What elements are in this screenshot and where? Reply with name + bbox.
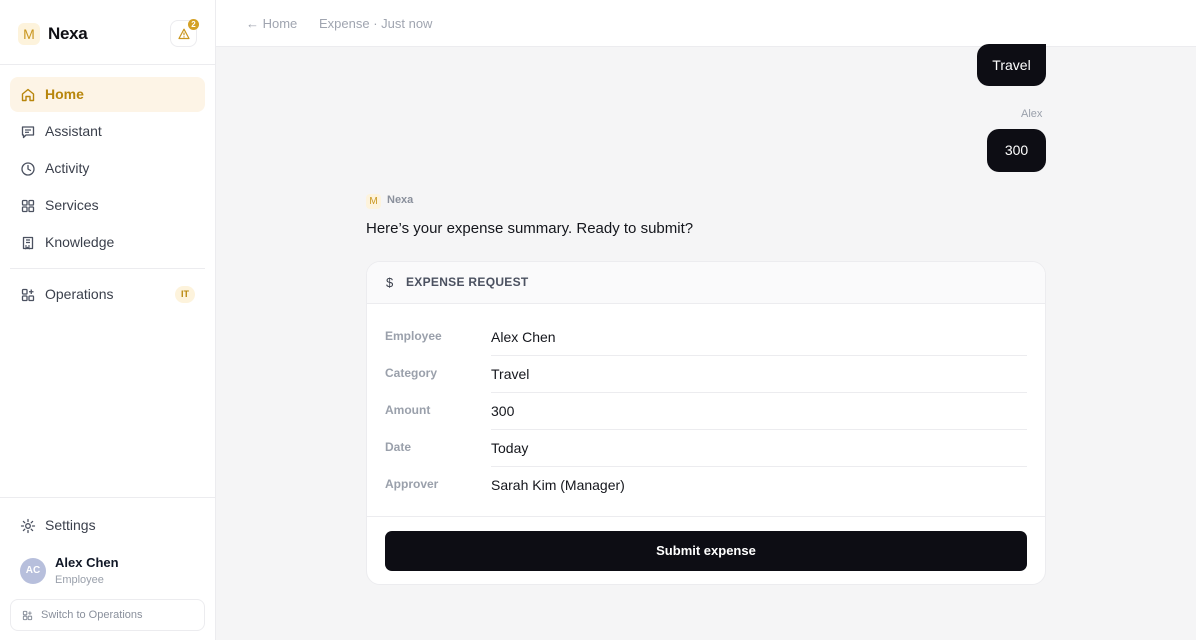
settings-button[interactable]: Settings	[10, 508, 205, 542]
assistant-message: Here’s your expense summary. Ready to su…	[366, 220, 694, 237]
field-value: 300	[491, 403, 515, 419]
user-name: Alex Chen	[55, 555, 119, 570]
sidebar-item-label: Operations	[45, 286, 114, 302]
sidebar-item-assistant[interactable]: Assistant	[10, 114, 205, 149]
breadcrumb: Expense · Just now	[319, 16, 433, 31]
settings-label: Settings	[45, 517, 96, 533]
field-value: Today	[491, 440, 529, 456]
field-value: Travel	[491, 366, 530, 382]
field-row-category: Category Travel	[385, 356, 1027, 393]
sidebar-item-operations[interactable]: Operations IT	[10, 277, 205, 312]
field-label: Employee	[385, 329, 442, 343]
field-label: Approver	[385, 477, 439, 491]
alert-count-badge: 2	[188, 19, 199, 30]
gear-icon	[20, 518, 36, 534]
expense-request-card: $ EXPENSE REQUEST Employee Alex Chen Cat…	[366, 261, 1046, 585]
operations-icon	[22, 610, 33, 621]
user-message-bubble: 300	[987, 129, 1046, 172]
dollar-icon: $	[386, 275, 394, 290]
sidebar-footer: Settings AC Alex Chen Employee Switch to…	[0, 497, 215, 640]
sidebar-item-label: Assistant	[45, 123, 102, 139]
field-row-amount: Amount 300	[385, 393, 1027, 430]
top-bar: ← Home Expense · Just now	[216, 0, 1196, 47]
avatar[interactable]: AC	[20, 558, 46, 584]
sidebar-item-knowledge[interactable]: Knowledge	[10, 225, 205, 260]
field-row-approver: Approver Sarah Kim (Manager)	[385, 467, 1027, 504]
sidebar-item-label: Knowledge	[45, 234, 115, 250]
assistant-name: Nexa	[387, 194, 414, 206]
sidebar-divider	[10, 268, 205, 269]
sidebar-item-label: Activity	[45, 160, 90, 176]
field-value: Sarah Kim (Manager)	[491, 477, 625, 493]
operations-it-badge: IT	[175, 286, 195, 303]
submit-expense-button[interactable]: Submit expense	[385, 531, 1027, 571]
field-label: Amount	[385, 403, 431, 417]
card-header: $ EXPENSE REQUEST	[367, 262, 1045, 304]
sidebar-item-home[interactable]: Home	[10, 77, 205, 112]
switch-label: Switch to Operations	[41, 609, 143, 621]
warning-icon	[178, 28, 190, 40]
sidebar-item-services[interactable]: Services	[10, 188, 205, 223]
user-sender-name: Alex	[1021, 108, 1043, 120]
clock-icon	[21, 162, 35, 176]
sidebar: M Nexa 2 Home Assistant Activity Service…	[0, 0, 216, 640]
assistant-logo: M	[366, 194, 381, 209]
sidebar-item-activity[interactable]: Activity	[10, 151, 205, 186]
sidebar-item-label: Services	[45, 197, 99, 213]
field-label: Category	[385, 366, 438, 380]
back-home-link[interactable]: ← Home	[246, 16, 297, 31]
field-value: Alex Chen	[491, 329, 556, 345]
chat-icon	[21, 126, 35, 139]
field-label: Date	[385, 440, 412, 454]
brand-logo: M	[18, 23, 40, 45]
brand-name: Nexa	[48, 24, 88, 43]
user-role: Employee	[55, 574, 104, 586]
home-icon	[21, 88, 35, 102]
book-icon	[22, 236, 34, 250]
grid-icon	[21, 199, 35, 213]
field-row-employee: Employee Alex Chen	[385, 319, 1027, 356]
alerts-button[interactable]: 2	[170, 19, 199, 47]
card-footer-divider	[367, 516, 1045, 517]
sidebar-item-label: Home	[45, 86, 84, 102]
switch-to-operations-button[interactable]: Switch to Operations	[10, 599, 205, 631]
user-message-bubble: Travel	[977, 44, 1046, 86]
field-row-date: Date Today	[385, 430, 1027, 467]
operations-icon	[21, 288, 35, 302]
card-title: EXPENSE REQUEST	[406, 275, 529, 289]
brand-header: M Nexa 2	[0, 0, 215, 65]
